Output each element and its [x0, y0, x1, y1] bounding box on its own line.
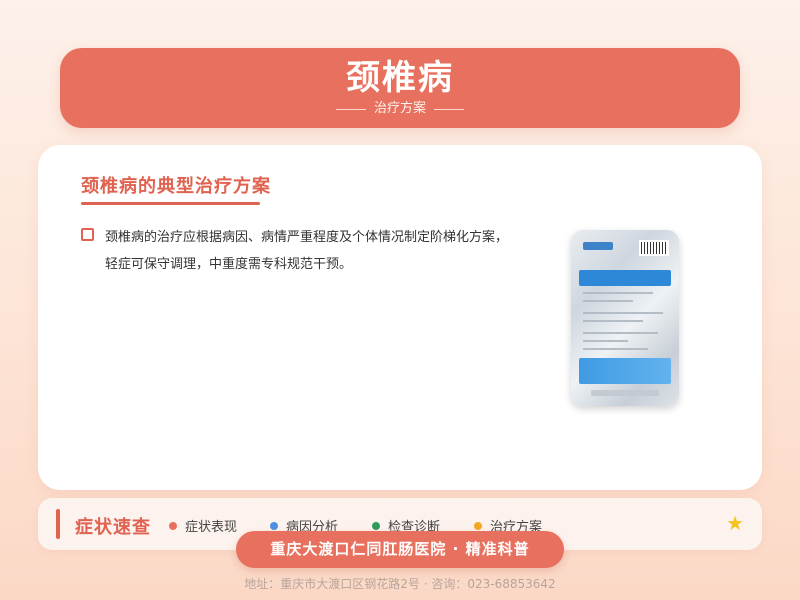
barcode-icon [639, 240, 669, 256]
subtitle-rule-right [434, 108, 464, 110]
packet-footer-strip [591, 390, 659, 396]
quicknav-accent-bar [56, 509, 60, 539]
subtitle-text: 治疗方案 [373, 101, 426, 116]
nav-item-symptoms[interactable]: 症状表现 [169, 516, 237, 535]
section-title: 颈椎病的典型治疗方案 [81, 176, 271, 197]
quicknav-title: 症状速查 [75, 517, 151, 538]
packet-text-line [583, 332, 658, 334]
packet-text-line [583, 312, 663, 314]
packet-text-line [583, 292, 653, 294]
packet-blue-panel [579, 358, 671, 384]
content-card: 颈椎病的典型治疗方案 颈椎病的治疗应根据病因、病情严重程度及个体情况制定阶梯化方… [38, 145, 762, 490]
dot-icon [270, 521, 278, 530]
packet-text-line [583, 340, 628, 342]
dot-icon [474, 521, 482, 530]
square-bullet-icon [81, 228, 94, 241]
nav-item-label: 症状表现 [185, 520, 238, 535]
address-line: 地址：重庆市大渡口区钢花路2号 · 咨询：023-68853642 [244, 577, 556, 591]
packet-text-line [583, 348, 648, 350]
header-banner: 颈椎病 治疗方案 [60, 48, 740, 128]
page-subtitle: 治疗方案 [60, 100, 740, 118]
page-title: 颈椎病 [346, 58, 454, 98]
dot-icon [169, 521, 177, 530]
dot-icon [372, 521, 380, 530]
medicine-packet-image [571, 230, 679, 406]
packet-label-band [579, 270, 671, 286]
treatment-paragraph: 颈椎病的治疗应根据病因、病情严重程度及个体情况制定阶梯化方案，轻症可保守调理，中… [105, 230, 509, 272]
packet-logo [583, 242, 613, 250]
packet-text-line [583, 320, 643, 322]
star-icon: ★ [726, 511, 744, 535]
hospital-badge: 重庆大渡口仁同肛肠医院 · 精准科普 [236, 531, 564, 568]
subtitle-rule-left [335, 108, 366, 110]
section-underline [81, 202, 260, 205]
packet-text-line [583, 300, 633, 302]
